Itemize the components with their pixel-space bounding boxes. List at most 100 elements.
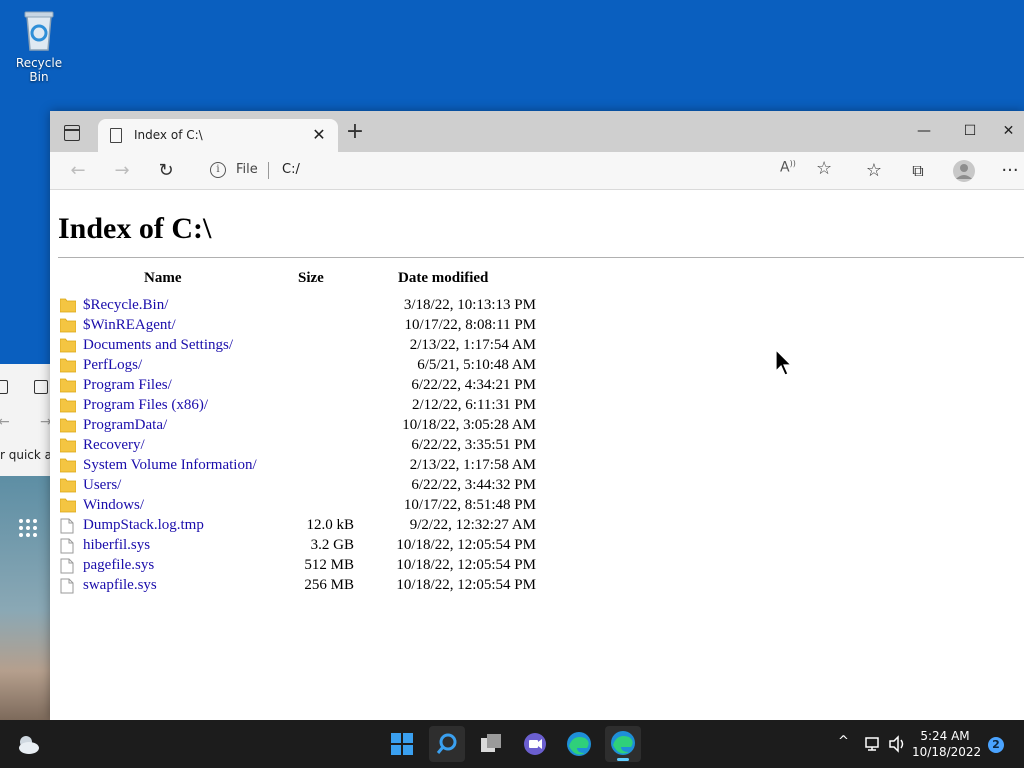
heading-divider [58,257,1024,258]
read-aloud-icon[interactable]: A)) [780,159,796,176]
file-icon [60,578,74,599]
close-tab-icon[interactable]: ✕ [308,124,330,146]
address-separator [268,162,269,179]
file-link[interactable]: swapfile.sys [83,577,157,594]
table-row: Recovery/6/22/22, 3:35:51 PM [50,436,610,456]
file-link[interactable]: Users/ [83,477,121,494]
mouse-cursor-icon [775,349,793,376]
column-header-date[interactable]: Date modified [398,270,488,287]
date-modified: 6/22/22, 4:34:21 PM [411,377,536,393]
date-modified: 10/18/22, 12:05:54 PM [396,557,536,573]
back-button[interactable]: ← [64,158,92,184]
task-view-button[interactable] [473,726,509,762]
date-modified: 10/17/22, 8:51:48 PM [403,497,536,513]
table-row: $WinREAgent/10/17/22, 8:08:11 PM [50,316,610,336]
date-modified: 2/13/22, 1:17:58 AM [409,457,536,473]
network-icon[interactable] [864,735,882,753]
favorites-icon[interactable]: ☆ [860,158,888,184]
table-row: ProgramData/10/18/22, 3:05:28 AM [50,416,610,436]
notification-badge[interactable]: 2 [988,737,1004,753]
show-hidden-icons-chevron-icon[interactable]: ^ [838,734,849,749]
address-url[interactable]: C:/ [282,162,300,177]
folder-icon [59,418,77,438]
folder-icon [59,438,77,458]
collections-icon[interactable]: ⧉ [904,158,932,184]
date-modified: 10/18/22, 12:05:54 PM [396,577,536,593]
edge-taskbar-button[interactable] [561,726,597,762]
folder-icon [59,378,77,398]
edge-icon [567,732,591,756]
chat-button[interactable] [517,726,553,762]
minimize-button[interactable]: — [901,111,947,151]
clock-time: 5:24 AM [920,729,970,743]
recycle-bin-shortcut[interactable]: Recycle Bin [6,8,72,84]
table-row: swapfile.sys 256 MB 10/18/22, 12:05:54 PM [50,576,610,596]
file-size: 512 MB [304,557,354,573]
table-row: Program Files/6/22/22, 4:34:21 PM [50,376,610,396]
active-tab[interactable]: Index of C:\ ✕ [98,119,338,152]
forward-button[interactable]: → [108,158,136,184]
folder-icon [59,318,77,338]
file-link[interactable]: DumpStack.log.tmp [83,517,204,534]
weather-widget[interactable] [10,726,46,762]
table-row: Windows/10/17/22, 8:51:48 PM [50,496,610,516]
edge-active-window-button[interactable] [605,726,641,762]
volume-icon[interactable] [888,735,908,753]
close-window-button[interactable]: ✕ [993,111,1024,151]
file-link[interactable]: Program Files/ [83,377,172,394]
background-window-wallpaper [0,476,50,720]
table-row: $Recycle.Bin/3/18/22, 10:13:13 PM [50,296,610,316]
system-clock[interactable]: 5:24 AM 10/18/2022 [912,728,981,760]
table-row: Documents and Settings/2/13/22, 1:17:54 … [50,336,610,356]
file-link[interactable]: System Volume Information/ [83,457,257,474]
file-link[interactable]: Recovery/ [83,437,145,454]
background-window[interactable]: ← → r quick a [0,364,50,720]
browser-window: Index of C:\ ✕ + — ☐ ✕ ← → ↻ i File C:/ … [50,111,1024,720]
date-modified: 6/22/22, 3:44:32 PM [411,477,536,493]
date-modified: 3/18/22, 10:13:13 PM [403,297,536,313]
file-link[interactable]: hiberfil.sys [83,537,150,554]
taskbar: ^ 5:24 AM 10/18/2022 2 [0,720,1024,768]
date-modified: 2/12/22, 6:11:31 PM [411,397,536,413]
column-header-size[interactable]: Size [298,270,324,287]
address-scheme-label: File [236,162,258,177]
file-link[interactable]: Windows/ [83,497,144,514]
address-bar[interactable]: i File C:/ A)) ☆ [196,156,846,185]
search-button[interactable] [429,726,465,762]
date-modified: 10/17/22, 8:08:11 PM [404,317,536,333]
folder-icon [59,338,77,358]
active-app-indicator [617,758,629,761]
start-button[interactable] [384,726,420,762]
back-arrow-icon: ← [0,414,10,430]
tab-title: Index of C:\ [134,128,203,142]
file-link[interactable]: Program Files (x86)/ [83,397,208,414]
refresh-button[interactable]: ↻ [152,158,180,184]
file-link[interactable]: ProgramData/ [83,417,167,434]
new-tab-button[interactable]: + [344,121,366,143]
folder-icon [59,358,77,378]
windows-logo-icon [391,733,413,755]
add-favorite-icon[interactable]: ☆ [816,158,832,179]
tab-favicon-icon [34,380,48,394]
file-link[interactable]: PerfLogs/ [83,357,142,374]
page-content: Index of C:\ Name Size Date modified $Re… [50,190,1024,720]
column-header-name[interactable]: Name [144,270,182,287]
maximize-button[interactable]: ☐ [947,111,993,151]
tab-actions-menu-icon[interactable] [64,125,80,141]
folder-icon [59,478,77,498]
file-link[interactable]: Documents and Settings/ [83,337,233,354]
profile-avatar[interactable] [950,158,978,184]
search-icon [436,733,457,754]
file-link[interactable]: $Recycle.Bin/ [83,297,168,314]
table-row: DumpStack.log.tmp 12.0 kB 9/2/22, 12:32:27… [50,516,610,536]
file-link[interactable]: pagefile.sys [83,557,154,574]
folder-icon [59,398,77,418]
settings-more-icon[interactable]: ··· [996,158,1024,184]
navigation-toolbar: ← → ↻ i File C:/ A)) ☆ ☆ ⧉ ··· [50,152,1024,190]
date-modified: 2/13/22, 1:17:54 AM [409,337,536,353]
file-size: 12.0 kB [306,517,354,533]
weather-cloud-icon [19,736,39,754]
file-link[interactable]: $WinREAgent/ [83,317,176,334]
info-icon[interactable]: i [210,162,226,178]
table-row: pagefile.sys 512 MB 10/18/22, 12:05:54 PM [50,556,610,576]
